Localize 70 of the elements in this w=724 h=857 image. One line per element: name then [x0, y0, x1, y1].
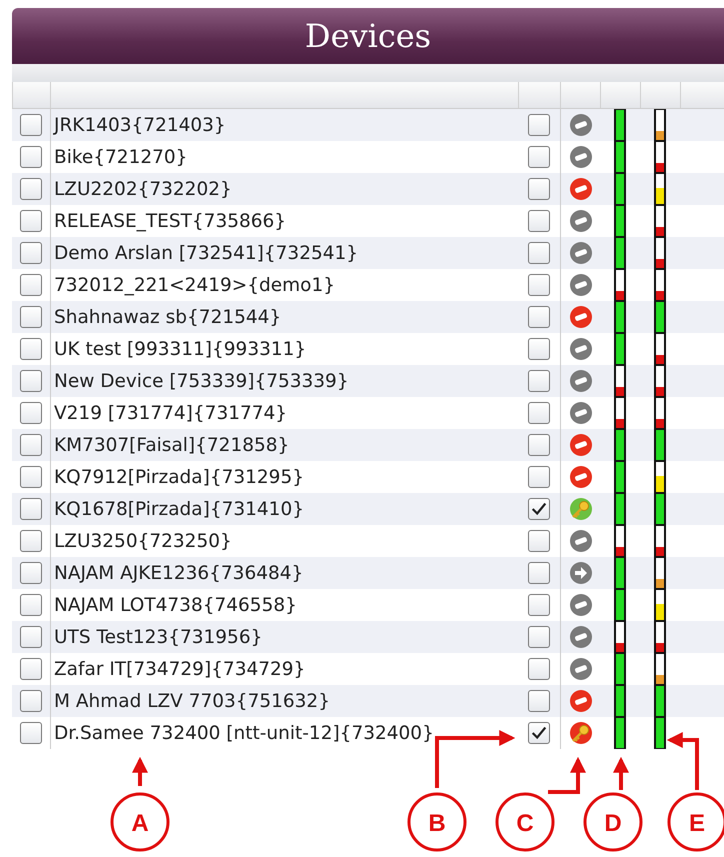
- row-checkbox[interactable]: [20, 370, 42, 392]
- device-checkbox[interactable]: [528, 178, 550, 200]
- device-checkbox[interactable]: [528, 114, 550, 136]
- device-name: New Device [753339]{753339}: [54, 370, 349, 392]
- leader-arrow: [666, 732, 699, 790]
- callout-marker: E: [668, 792, 724, 852]
- device-checkbox[interactable]: [528, 242, 550, 264]
- row-checkbox[interactable]: [20, 210, 42, 232]
- device-name: Dr.Samee 732400 [ntt-unit-12]{732400}: [54, 722, 434, 744]
- device-name: RELEASE_TEST{735866}: [54, 210, 286, 232]
- row-checkbox[interactable]: [20, 178, 42, 200]
- row-checkbox[interactable]: [20, 306, 42, 328]
- device-name: KQ7912[Pirzada]{731295}: [54, 466, 304, 488]
- leader-arrow: [613, 756, 629, 790]
- device-name: LZU3250{723250}: [54, 530, 232, 552]
- row-checkbox[interactable]: [20, 274, 42, 296]
- row-checkbox[interactable]: [20, 114, 42, 136]
- device-name: NAJAM LOT4738{746558}: [54, 594, 297, 616]
- device-checkbox[interactable]: [528, 690, 550, 712]
- row-checkbox[interactable]: [20, 498, 42, 520]
- device-checkbox[interactable]: [528, 562, 550, 584]
- callout-marker: D: [584, 792, 642, 852]
- device-checkbox[interactable]: [528, 626, 550, 648]
- device-name: UK test [993311]{993311}: [54, 338, 306, 360]
- row-checkbox[interactable]: [20, 434, 42, 456]
- device-checkbox[interactable]: [528, 594, 550, 616]
- callout-marker: A: [110, 792, 170, 852]
- device-name: Shahnawaz sb{721544}: [54, 306, 282, 328]
- device-checkbox[interactable]: [528, 498, 550, 520]
- row-checkbox[interactable]: [20, 562, 42, 584]
- window-title: Devices: [304, 17, 432, 55]
- device-name: V219 [731774]{731774}: [54, 402, 288, 424]
- device-name: KQ1678[Pirzada]{731410}: [54, 498, 304, 520]
- device-checkbox[interactable]: [528, 274, 550, 296]
- device-checkbox[interactable]: [528, 338, 550, 360]
- callout-marker: C: [496, 792, 554, 852]
- row-checkbox[interactable]: [20, 594, 42, 616]
- row-checkbox[interactable]: [20, 338, 42, 360]
- leader-arrow: [132, 756, 148, 786]
- row-checkbox[interactable]: [20, 658, 42, 680]
- device-name: M Ahmad LZV 7703{751632}: [54, 690, 330, 712]
- callout-marker: B: [408, 792, 466, 852]
- device-name: NAJAM AJKE1236{736484}: [54, 562, 304, 584]
- device-name: KM7307[Faisal]{721858}: [54, 434, 290, 456]
- device-name: 732012_221<2419>{demo1}: [54, 274, 336, 296]
- row-checkbox[interactable]: [20, 466, 42, 488]
- device-checkbox[interactable]: [528, 530, 550, 552]
- device-checkbox[interactable]: [528, 402, 550, 424]
- row-checkbox[interactable]: [20, 722, 42, 744]
- row-checkbox[interactable]: [20, 146, 42, 168]
- row-checkbox[interactable]: [20, 242, 42, 264]
- device-name: Bike{721270}: [54, 146, 188, 168]
- device-name: LZU2202{732202}: [54, 178, 232, 200]
- device-checkbox[interactable]: [528, 434, 550, 456]
- row-checkbox[interactable]: [20, 402, 42, 424]
- device-checkbox[interactable]: [528, 306, 550, 328]
- row-checkbox[interactable]: [20, 530, 42, 552]
- device-checkbox[interactable]: [528, 658, 550, 680]
- row-checkbox[interactable]: [20, 626, 42, 648]
- device-checkbox[interactable]: [528, 210, 550, 232]
- device-checkbox[interactable]: [528, 722, 550, 744]
- leader-arrow: [548, 756, 586, 794]
- device-name: JRK1403{721403}: [54, 114, 226, 136]
- device-name: UTS Test123{731956}: [54, 626, 262, 648]
- device-checkbox[interactable]: [528, 370, 550, 392]
- device-checkbox[interactable]: [528, 466, 550, 488]
- device-name: Zafar IT[734729]{734729}: [54, 658, 306, 680]
- device-checkbox[interactable]: [528, 146, 550, 168]
- device-name: Demo Arslan [732541]{732541}: [54, 242, 358, 264]
- row-checkbox[interactable]: [20, 690, 42, 712]
